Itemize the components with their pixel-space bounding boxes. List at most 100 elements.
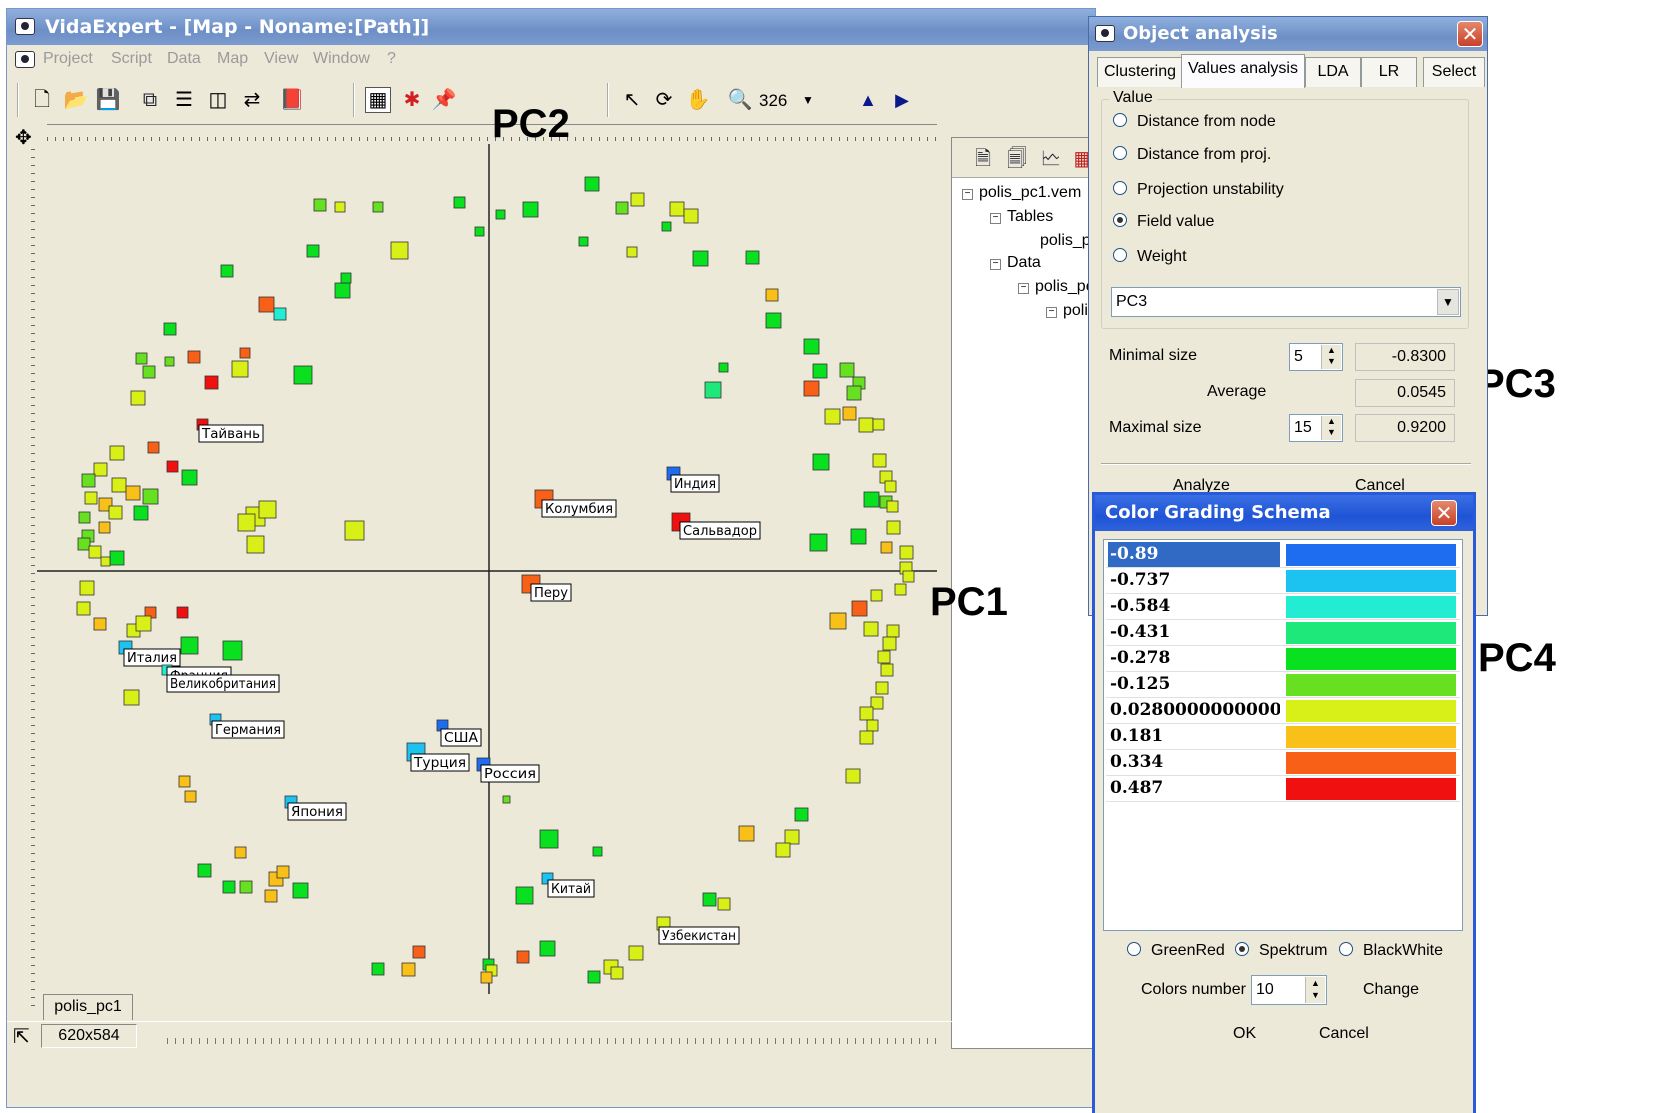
data-point[interactable] — [142, 365, 156, 379]
color-grade-row[interactable]: 0.0280000000000001 — [1106, 698, 1460, 724]
data-point[interactable] — [237, 513, 256, 532]
color-grade-swatch[interactable] — [1286, 778, 1456, 800]
data-point[interactable] — [829, 612, 847, 630]
option-weight[interactable]: Weight — [1113, 248, 1187, 266]
option-projection-unstability[interactable]: Projection unstability — [1113, 181, 1284, 199]
radio-icon[interactable] — [1113, 248, 1127, 262]
data-point[interactable] — [81, 473, 96, 488]
collapse-icon[interactable]: − — [990, 259, 1001, 270]
minimal-size-spinner[interactable]: 5 ▲ ▼ — [1289, 343, 1343, 371]
data-point[interactable] — [628, 945, 644, 961]
horizontal-scrollbar[interactable] — [167, 1028, 937, 1046]
data-point[interactable] — [899, 545, 914, 560]
doc-icon[interactable]: 🗎 — [970, 146, 996, 172]
data-point[interactable] — [584, 176, 600, 192]
tab-lda[interactable]: LDA — [1305, 57, 1361, 87]
data-point[interactable] — [313, 198, 327, 212]
data-point[interactable] — [371, 962, 385, 976]
data-point[interactable] — [592, 846, 603, 857]
data-point[interactable] — [803, 380, 820, 397]
change-button[interactable]: Change — [1363, 981, 1419, 999]
data-point[interactable] — [135, 615, 152, 632]
data-point[interactable] — [894, 583, 907, 596]
data-point[interactable] — [502, 795, 511, 804]
data-point[interactable] — [204, 375, 219, 390]
data-point[interactable] — [872, 418, 885, 431]
data-point[interactable] — [587, 970, 601, 984]
scheme-spektrum[interactable]: Spektrum — [1235, 942, 1327, 960]
data-point[interactable] — [258, 500, 277, 519]
data-point[interactable] — [164, 356, 175, 367]
color-grade-swatch[interactable] — [1286, 544, 1456, 566]
data-point[interactable] — [184, 790, 197, 803]
data-point[interactable] — [222, 640, 243, 661]
data-point[interactable] — [163, 322, 177, 336]
data-point[interactable] — [166, 460, 179, 473]
data-point[interactable] — [334, 201, 346, 213]
color-grade-swatch[interactable] — [1286, 752, 1456, 774]
data-point[interactable] — [147, 441, 160, 454]
data-point[interactable] — [181, 469, 198, 486]
data-point[interactable] — [93, 462, 108, 477]
data-point[interactable] — [100, 556, 111, 567]
data-point[interactable] — [239, 347, 251, 359]
collapse-icon[interactable]: − — [990, 213, 1001, 224]
collapse-icon[interactable]: − — [1046, 307, 1057, 318]
data-point[interactable] — [803, 338, 820, 355]
data-point[interactable] — [258, 296, 275, 313]
data-point[interactable] — [340, 272, 352, 284]
chevron-down-icon[interactable]: ▼ — [1437, 289, 1459, 315]
data-point[interactable] — [824, 408, 841, 425]
data-point[interactable] — [135, 352, 148, 365]
data-point[interactable] — [93, 617, 107, 631]
color-grade-swatch[interactable] — [1286, 726, 1456, 748]
color-grade-row[interactable]: -0.278 — [1106, 646, 1460, 672]
spinner-arrows-icon[interactable]: ▲ ▼ — [1321, 345, 1341, 369]
data-point[interactable] — [880, 541, 893, 554]
data-point[interactable] — [539, 940, 556, 957]
color-grade-swatch[interactable] — [1286, 570, 1456, 592]
color-grade-row[interactable]: 0.181 — [1106, 724, 1460, 750]
data-point[interactable] — [246, 535, 265, 554]
data-point[interactable] — [809, 533, 828, 552]
data-point[interactable] — [866, 719, 879, 732]
data-point[interactable] — [231, 360, 249, 378]
data-point[interactable] — [344, 520, 365, 541]
option-distance-from-node[interactable]: Distance from node — [1113, 113, 1276, 131]
list-icon[interactable]: 🗐 — [1004, 146, 1030, 172]
data-point[interactable] — [180, 636, 199, 655]
data-point[interactable] — [187, 350, 201, 364]
data-point[interactable] — [669, 201, 685, 217]
radio-selected-icon[interactable] — [1113, 213, 1127, 227]
data-point[interactable] — [578, 236, 589, 247]
data-point[interactable] — [88, 545, 102, 559]
data-point[interactable] — [123, 689, 140, 706]
color-grade-row[interactable]: -0.737 — [1106, 568, 1460, 594]
data-point[interactable] — [111, 477, 127, 493]
data-point[interactable] — [412, 945, 426, 959]
data-point[interactable] — [306, 244, 320, 258]
data-point[interactable] — [222, 880, 236, 894]
tab-clustering[interactable]: Clustering — [1097, 57, 1183, 87]
data-point[interactable] — [839, 362, 855, 378]
data-point[interactable] — [858, 417, 874, 433]
data-point[interactable] — [886, 520, 901, 535]
colors-number-spinner[interactable]: 10 ▲ ▼ — [1251, 975, 1327, 1005]
data-point[interactable] — [98, 521, 111, 534]
data-point[interactable] — [515, 886, 534, 905]
ok-button[interactable]: OK — [1233, 1025, 1256, 1043]
data-point[interactable] — [615, 201, 629, 215]
data-point[interactable] — [859, 706, 874, 721]
tree-data-child[interactable]: − polis_pc — [1018, 278, 1094, 296]
data-point[interactable] — [293, 365, 313, 385]
data-point[interactable] — [812, 363, 828, 379]
color-grade-row[interactable]: -0.431 — [1106, 620, 1460, 646]
scheme-greenred[interactable]: GreenRed — [1127, 942, 1225, 960]
color-grade-row[interactable]: -0.584 — [1106, 594, 1460, 620]
data-point[interactable] — [863, 621, 879, 637]
data-point[interactable] — [661, 221, 672, 232]
data-point[interactable] — [845, 768, 861, 784]
data-point[interactable] — [292, 882, 309, 899]
data-point[interactable] — [109, 445, 125, 461]
data-point[interactable] — [886, 500, 899, 513]
